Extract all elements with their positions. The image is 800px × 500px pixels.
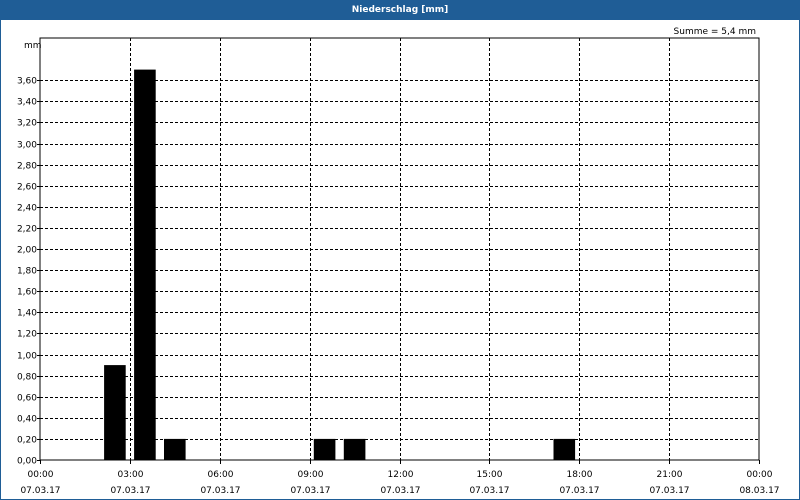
y-tick-label: 1,00 — [17, 352, 37, 362]
y-tick-label: 3,00 — [17, 141, 37, 151]
precipitation-bar — [553, 438, 576, 460]
x-tick-date-label: 07.03.17 — [290, 486, 330, 496]
x-tick-date-label: 07.03.17 — [380, 486, 420, 496]
precipitation-chart: mm Summe = 5,4 mm 0,00 0,20 0,40 0,60 0,80 1,… — [17, 27, 780, 496]
y-tick-label: 1,80 — [17, 267, 37, 277]
x-tick-date-label: 07.03.17 — [20, 486, 60, 496]
y-tick-label: 1,20 — [17, 330, 37, 340]
x-tick-time-label: 03:00 — [118, 470, 144, 480]
y-axis-label: mm — [24, 41, 42, 51]
y-tick-label: 1,60 — [17, 288, 37, 298]
y-tick-label: 1,40 — [17, 309, 37, 319]
y-tick-label: 0,00 — [17, 457, 37, 467]
x-tick-time-label: 09:00 — [298, 470, 324, 480]
y-tick-label: 2,00 — [17, 246, 37, 256]
x-tick-date-label: 07.03.17 — [469, 486, 509, 496]
y-tick-label: 2,80 — [17, 162, 37, 172]
y-tick-label: 2,40 — [17, 204, 37, 214]
y-tick-label: 0,20 — [17, 436, 37, 446]
x-tick-date-label: 07.03.17 — [200, 486, 240, 496]
x-tick-date-label: 07.03.17 — [649, 486, 689, 496]
x-tick-date-label: 07.03.17 — [559, 486, 599, 496]
y-tick-label: 3,20 — [17, 119, 37, 129]
x-tick-time-label: 00:00 — [747, 470, 773, 480]
x-tick-time-label: 21:00 — [657, 470, 683, 480]
precipitation-bar — [104, 365, 126, 460]
y-tick-label: 3,40 — [17, 98, 37, 108]
y-tick-label: 2,20 — [17, 225, 37, 235]
x-tick-date-label: 07.03.17 — [110, 486, 150, 496]
precipitation-bar — [313, 438, 336, 460]
x-tick-time-label: 15:00 — [477, 470, 503, 480]
x-tick-time-label: 18:00 — [567, 470, 593, 480]
x-tick-time-label: 12:00 — [388, 470, 414, 480]
y-tick-label: 0,80 — [17, 373, 37, 383]
x-tick-time-label: 06:00 — [208, 470, 234, 480]
precipitation-bar — [164, 438, 186, 460]
sum-label: Summe = 5,4 mm — [674, 27, 756, 37]
x-tick-time-label: 00:00 — [28, 470, 54, 480]
y-tick-label: 0,60 — [17, 394, 37, 404]
y-tick-label: 3,60 — [17, 77, 37, 87]
precipitation-bar — [343, 438, 366, 460]
y-tick-label: 2,60 — [17, 183, 37, 193]
y-tick-label: 0,40 — [17, 415, 37, 425]
x-tick-date-label: 08.03.17 — [739, 486, 779, 496]
precipitation-bar — [134, 69, 156, 460]
